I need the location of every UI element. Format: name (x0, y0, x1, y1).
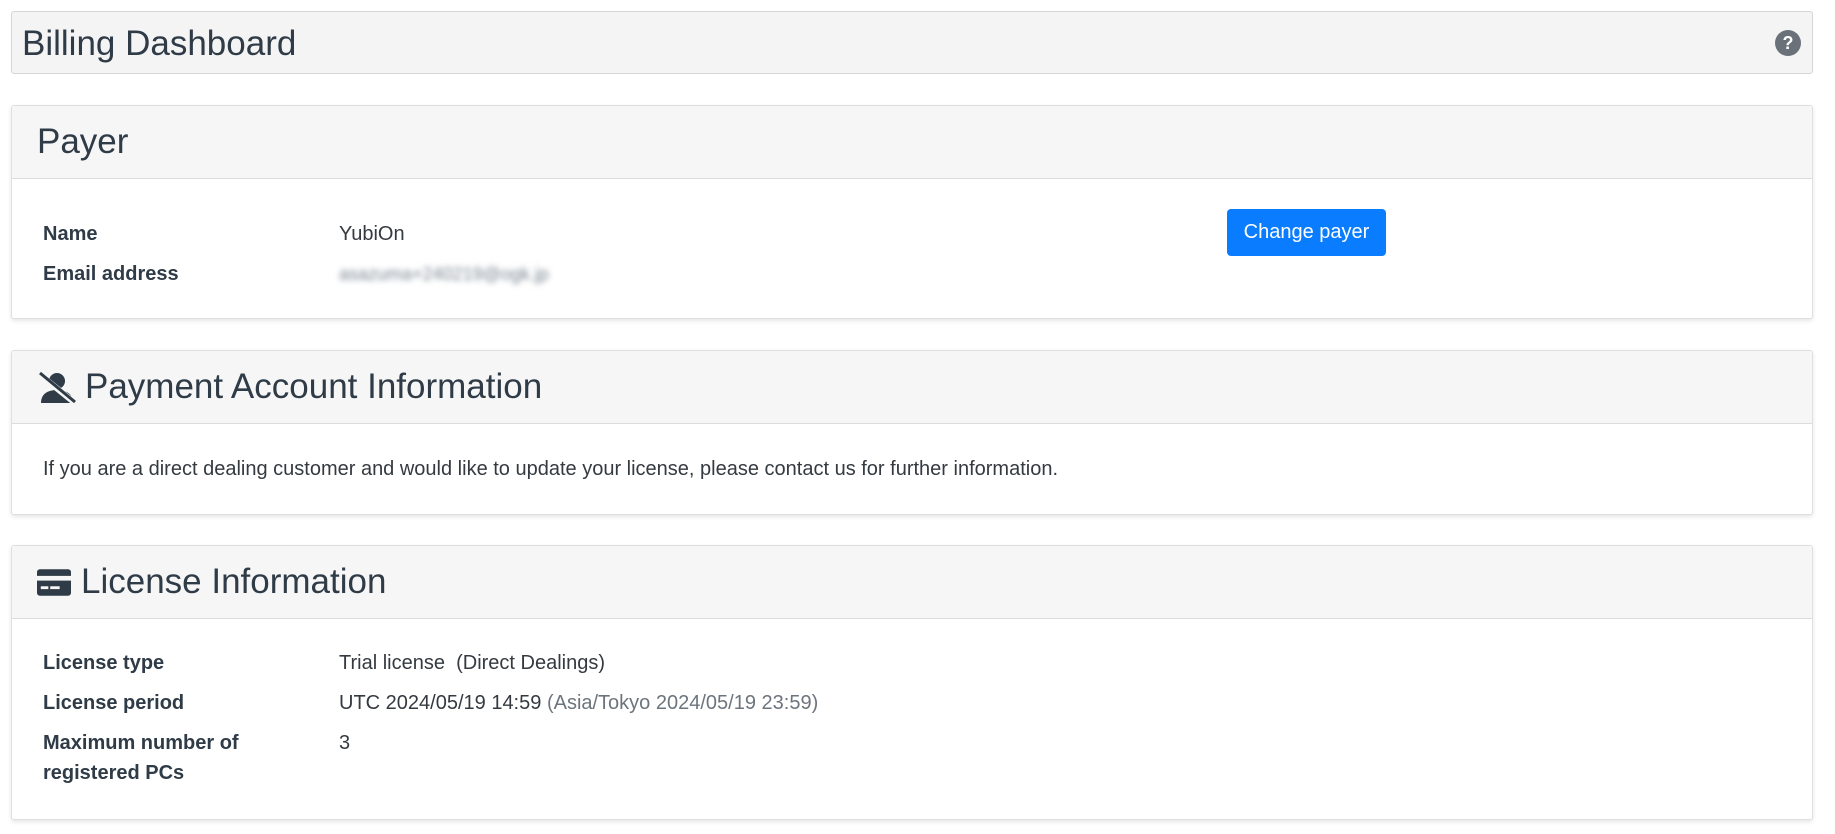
question-circle-icon[interactable]: ? (1774, 29, 1802, 57)
payer-title: Payer (37, 122, 129, 161)
max-pcs-label: Maximum number of registered PCs (43, 728, 239, 788)
payer-card-header: Payer (12, 106, 1812, 179)
user-slash-icon (37, 371, 77, 405)
payer-card: Payer Name YubiOn Change payer Email add… (11, 105, 1813, 319)
payment-account-title: Payment Account Information (85, 367, 543, 406)
license-title: License Information (81, 562, 387, 601)
payment-account-message: If you are a direct dealing customer and… (43, 458, 1058, 480)
payment-account-card: Payment Account Information If you are a… (11, 350, 1813, 515)
license-period-utc: UTC 2024/05/19 14:59 (339, 692, 542, 714)
change-payer-button[interactable]: Change payer (1227, 209, 1386, 256)
license-period-label: License period (43, 692, 185, 714)
credit-card-icon (37, 569, 71, 596)
payment-account-header: Payment Account Information (12, 351, 1812, 424)
max-pcs-value: 3 (339, 732, 351, 754)
max-pcs-label-line2: registered PCs (43, 762, 185, 784)
license-type-text: Trial license (339, 652, 445, 674)
license-type-note: (Direct Dealings) (456, 652, 606, 674)
license-type-label: License type (43, 652, 165, 674)
svg-text:?: ? (1783, 33, 1794, 53)
email-label: Email address (43, 263, 179, 285)
page-header: Billing Dashboard ? (11, 11, 1813, 74)
license-type-value: Trial license (Direct Dealings) (339, 648, 605, 678)
name-value: YubiOn (339, 223, 405, 245)
page-title: Billing Dashboard (22, 24, 297, 63)
license-card: License Information License type Trial l… (11, 545, 1813, 820)
email-value: asazuma+240219@ogk.jp (339, 264, 549, 284)
max-pcs-label-line1: Maximum number of (43, 732, 239, 754)
license-period-local: (Asia/Tokyo 2024/05/19 23:59) (546, 692, 819, 714)
license-header: License Information (12, 546, 1812, 619)
name-label: Name (43, 223, 98, 245)
license-period-value: UTC 2024/05/19 14:59 (Asia/Tokyo 2024/05… (339, 688, 818, 718)
